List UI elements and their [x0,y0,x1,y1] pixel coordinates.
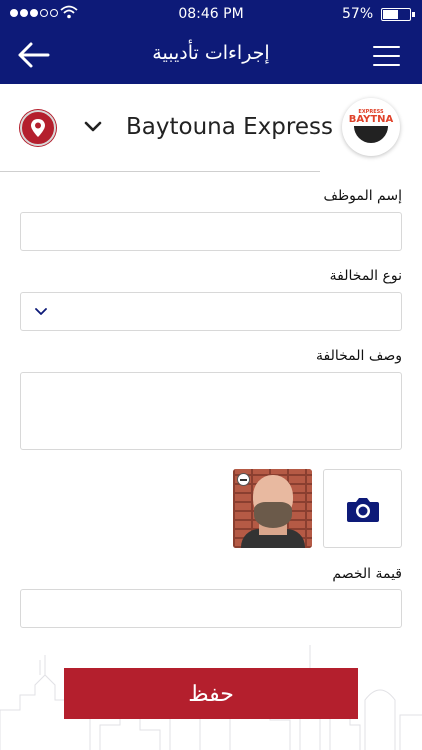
minus-circle-icon[interactable] [237,473,250,486]
logo-bowl-graphic [354,126,388,143]
status-bar: 08:46 PM 57% [0,0,422,28]
nav-bar: إجراءات تأديبية [0,28,422,84]
location-pin-icon[interactable] [20,110,56,146]
page-title: إجراءات تأديبية [152,42,270,64]
violation-type-select[interactable] [20,292,402,331]
add-photo-button[interactable] [323,469,402,548]
deduction-amount-label: قيمة الخصم [332,566,402,582]
company-name: Baytouna Express [126,114,333,140]
camera-icon [347,498,379,522]
divider [0,171,320,172]
attached-photo[interactable] [233,469,312,548]
logo-baytna-text: BAYTNA [348,114,394,125]
battery-percentage: 57% [342,6,374,22]
chevron-down-icon [35,308,47,315]
battery-icon [381,8,415,21]
company-logo: EXPRESS BAYTNA [342,98,400,156]
employee-name-label: إسم الموظف [323,188,402,204]
hamburger-menu-icon[interactable] [370,42,404,70]
violation-description-label: وصف المخالفة [316,348,402,364]
employee-name-input[interactable] [20,212,402,251]
violation-type-label: نوع المخالفة [329,268,402,284]
company-selector[interactable]: Baytouna Express EXPRESS BAYTNA [0,84,422,174]
chevron-down-icon[interactable] [82,116,104,138]
violation-description-textarea[interactable] [20,372,402,450]
save-button[interactable]: حفظ [64,668,358,719]
